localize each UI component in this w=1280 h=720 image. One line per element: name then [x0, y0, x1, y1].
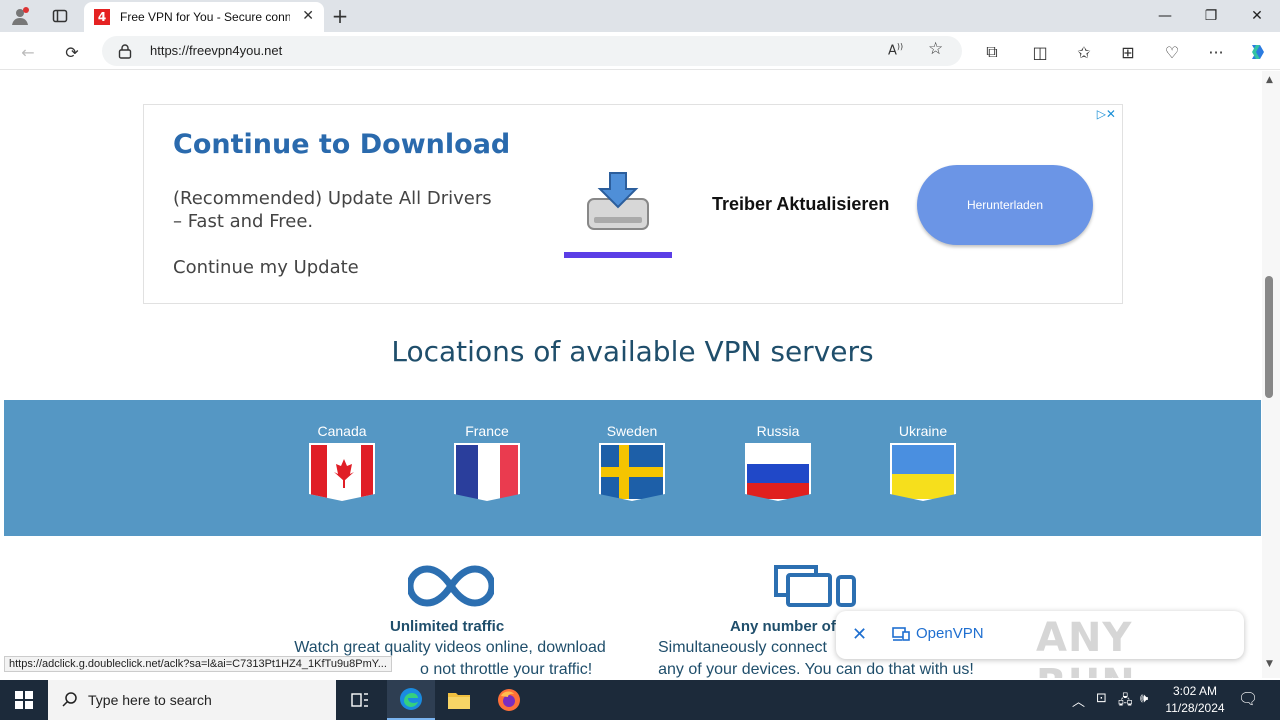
ad-title[interactable]: Continue to Download	[173, 129, 510, 160]
ad-driver-text[interactable]: Treiber Aktualisieren	[712, 194, 889, 215]
feature-title-devices: Any number of	[730, 618, 836, 635]
url-text[interactable]: https://freevpn4you.net	[150, 43, 282, 58]
favorites-icon[interactable]: ✩	[1072, 40, 1096, 64]
extensions-icon[interactable]: ⧉	[980, 40, 1004, 64]
minimize-icon[interactable]: —	[1142, 0, 1188, 32]
taskbar: Type here to search ︿ ⊡ 🖧 🕪 3:02 AM 11/2…	[0, 680, 1280, 720]
taskbar-search[interactable]: Type here to search	[48, 680, 336, 720]
file-explorer-icon[interactable]	[435, 680, 483, 720]
address-toolbar: ← ⟳ https://freevpn4you.net A)) ☆ ⧉ ◫ ✩ …	[0, 32, 1280, 70]
feature-desc-devices-1: Simultaneously connect	[658, 639, 827, 656]
start-button[interactable]	[0, 680, 48, 720]
read-aloud-icon[interactable]: A))	[888, 42, 903, 58]
collections-icon[interactable]: ⊞	[1116, 40, 1140, 64]
flag-band: Canada France Sweden Russia Ukraine	[4, 400, 1261, 536]
search-icon	[62, 692, 77, 707]
france-flag-icon	[454, 443, 520, 501]
volume-icon[interactable]: 🕪	[1140, 691, 1148, 706]
address-bar[interactable]: https://freevpn4you.net A)) ☆	[102, 36, 962, 66]
network-icon[interactable]: 🖧	[1118, 691, 1133, 713]
scroll-down-icon[interactable]: ▼	[1266, 659, 1273, 669]
flag-sweden[interactable]: Sweden	[582, 423, 682, 513]
more-menu-icon[interactable]: ···	[1204, 40, 1228, 64]
flag-label: France	[465, 423, 509, 439]
edge-taskbar-icon[interactable]	[387, 680, 435, 720]
drive-download-icon[interactable]	[584, 169, 652, 235]
restore-icon[interactable]: ❐	[1188, 0, 1234, 32]
flag-ukraine[interactable]: Ukraine	[873, 423, 973, 513]
flag-label: Canada	[317, 423, 367, 439]
search-placeholder: Type here to search	[88, 692, 212, 708]
anyrun-watermark: ANY RUN	[1036, 615, 1135, 678]
download-button[interactable]: Herunterladen	[917, 165, 1093, 245]
taskbar-clock[interactable]: 3:02 AM 11/28/2024	[1160, 683, 1230, 717]
ad-banner[interactable]: Continue to Download (Recommended) Updat…	[143, 104, 1123, 304]
back-icon[interactable]: ←	[16, 40, 40, 64]
locations-heading: Locations of available VPN servers	[391, 335, 874, 368]
tray-overflow-icon[interactable]: ︿	[1072, 691, 1085, 710]
popup-label[interactable]: OpenVPN	[916, 625, 984, 642]
flag-label: Russia	[756, 423, 800, 439]
web-page: Continue to Download (Recommended) Updat…	[0, 71, 1262, 678]
download-popup[interactable]: ✕ OpenVPN ANY RUN	[836, 611, 1244, 678]
feature-desc-traffic-2: o not throttle your traffic!	[420, 661, 593, 678]
tab-active[interactable]: 4 Free VPN for You - Secure conne ✕	[84, 2, 324, 32]
task-view-icon[interactable]	[336, 680, 384, 720]
tab-title: Free VPN for You - Secure conne	[120, 10, 290, 24]
copilot-icon[interactable]	[1246, 40, 1270, 64]
sweden-flag-icon	[599, 443, 665, 501]
flag-label: Sweden	[606, 423, 658, 439]
russia-flag-icon	[745, 443, 811, 501]
ad-description[interactable]: (Recommended) Update All Drivers – Fast …	[173, 187, 503, 233]
split-screen-icon[interactable]: ◫	[1028, 40, 1052, 64]
flag-canada[interactable]: Canada	[292, 423, 392, 513]
performance-icon[interactable]: ♡	[1160, 40, 1184, 64]
ad-link[interactable]: Continue my Update	[173, 257, 359, 278]
title-bar: 4 Free VPN for You - Secure conne ✕ + — …	[0, 0, 1280, 32]
devices-small-icon	[892, 627, 910, 641]
ukraine-flag-icon	[890, 443, 956, 501]
close-window-icon[interactable]: ✕	[1234, 0, 1280, 32]
firefox-icon[interactable]	[485, 680, 533, 720]
favorite-star-icon[interactable]: ☆	[928, 39, 943, 59]
canada-flag-icon	[309, 443, 375, 501]
popup-close-icon[interactable]: ✕	[852, 624, 867, 645]
windows-icon	[15, 691, 33, 709]
clock-date: 11/28/2024	[1165, 701, 1225, 715]
scroll-up-icon[interactable]: ▲	[1266, 75, 1273, 85]
infinity-icon	[408, 565, 494, 607]
flag-france[interactable]: France	[437, 423, 537, 513]
refresh-icon[interactable]: ⟳	[60, 40, 84, 64]
devices-icon	[774, 565, 856, 607]
tab-actions-icon[interactable]	[48, 4, 72, 28]
lock-icon[interactable]	[118, 43, 132, 59]
scrollbar-thumb[interactable]	[1265, 276, 1273, 398]
profile-icon[interactable]	[8, 4, 32, 28]
notification-icon[interactable]: 🗨	[1238, 689, 1258, 708]
flag-label: Ukraine	[898, 423, 948, 439]
tab-close-icon[interactable]: ✕	[302, 8, 314, 24]
feature-desc-devices-2: any of your devices. You can do that wit…	[658, 661, 974, 678]
security-tray-icon[interactable]: ⊡	[1096, 691, 1107, 706]
new-tab-icon[interactable]: +	[328, 4, 352, 28]
status-bar-url: https://adclick.g.doubleclick.net/aclk?s…	[4, 656, 392, 672]
feature-title-traffic: Unlimited traffic	[390, 618, 505, 635]
adchoices-icon[interactable]: ▷✕	[1097, 107, 1116, 121]
flag-russia[interactable]: Russia	[728, 423, 828, 513]
ad-progress-bar	[564, 252, 672, 258]
clock-time: 3:02 AM	[1172, 684, 1218, 698]
site-favicon-icon: 4	[94, 9, 110, 25]
